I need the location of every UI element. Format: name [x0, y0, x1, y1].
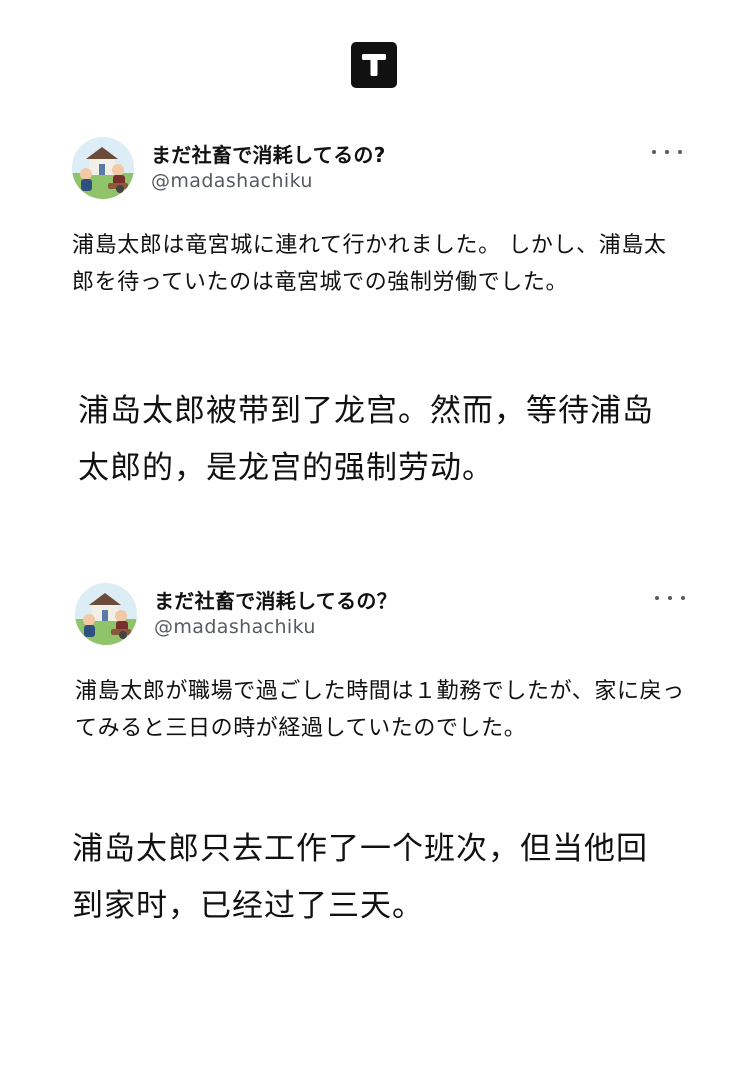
post: まだ社畜で消耗してるの? @madashachiku 浦島太郎は竜宮城に連れて行…: [72, 137, 682, 301]
author-handle[interactable]: @madashachiku: [154, 616, 316, 638]
post-text: 浦島太郎は竜宮城に連れて行かれました。 しかし、浦島太郎を待っていたのは竜宮城で…: [72, 233, 667, 295]
more-horizontal-icon: [652, 150, 656, 154]
author-name[interactable]: まだ社畜で消耗してるの?: [151, 139, 386, 168]
more-horizontal-icon: [665, 150, 669, 154]
more-options-button[interactable]: [655, 587, 685, 609]
avatar[interactable]: [72, 137, 134, 199]
more-horizontal-icon: [668, 596, 672, 600]
post-header: まだ社畜で消耗してるの？ @madashachiku: [75, 583, 685, 645]
avatar[interactable]: [75, 583, 137, 645]
post-header: まだ社畜で消耗してるの? @madashachiku: [72, 137, 682, 199]
more-horizontal-icon: [655, 596, 659, 600]
more-horizontal-icon: [681, 596, 685, 600]
translation-text: 浦岛太郎只去工作了一个班次，但当他回到家时，已经过了三天。: [72, 831, 648, 924]
more-options-button[interactable]: [652, 141, 682, 163]
more-horizontal-icon: [678, 150, 682, 154]
post: まだ社畜で消耗してるの？ @madashachiku 浦島太郎が職場で過ごした時…: [75, 583, 685, 747]
post-text: 浦島太郎が職場で過ごした時間は１勤務でしたが、家に戻ってみると三日の時が経過して…: [75, 679, 685, 741]
translation-text: 浦岛太郎被带到了龙宫。然而，等待浦岛太郎的，是龙宫的强制劳动。: [78, 393, 654, 486]
t-logo-icon: [362, 54, 386, 76]
author-name[interactable]: まだ社畜で消耗してるの？: [154, 585, 397, 614]
author-handle[interactable]: @madashachiku: [151, 170, 313, 192]
app-logo-icon: [351, 42, 397, 88]
